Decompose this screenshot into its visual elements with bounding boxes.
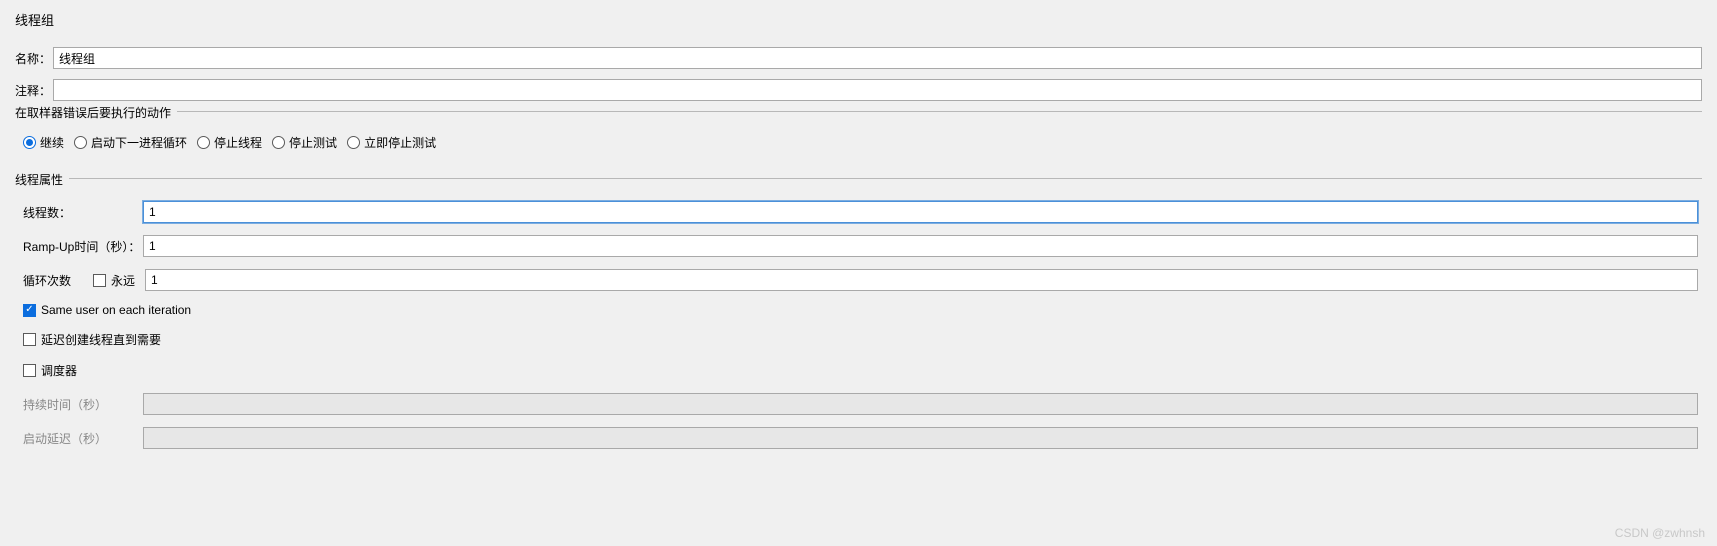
threads-input[interactable] [143,201,1698,223]
delay-create-checkbox[interactable]: 延迟创建线程直到需要 [23,331,161,348]
checkbox-icon [23,364,36,377]
forever-checkbox[interactable]: 永远 [93,272,135,289]
radio-icon [23,136,36,149]
radio-label: 启动下一进程循环 [91,134,187,151]
radio-stop-test-now[interactable]: 立即停止测试 [347,134,436,151]
error-action-fieldset: 在取样器错误后要执行的动作 继续 启动下一进程循环 停止线程 停止测试 立即停止… [15,111,1702,162]
radio-icon [197,136,210,149]
thread-props-fieldset: 线程属性 线程数： Ramp-Up时间（秒）： 循环次数 永远 ✓ Same u… [15,178,1702,466]
name-input[interactable] [53,47,1702,69]
radio-label: 停止线程 [214,134,262,151]
error-action-legend: 在取样器错误后要执行的动作 [15,104,177,121]
checkbox-icon [23,333,36,346]
forever-label: 永远 [111,272,135,289]
duration-input [143,393,1698,415]
radio-icon [272,136,285,149]
radio-continue[interactable]: 继续 [23,134,64,151]
watermark: CSDN @zwhnsh [1615,526,1705,540]
radio-start-next[interactable]: 启动下一进程循环 [74,134,187,151]
same-user-label: Same user on each iteration [41,303,191,317]
same-user-checkbox[interactable]: ✓ Same user on each iteration [23,303,191,317]
radio-icon [74,136,87,149]
startup-delay-input [143,427,1698,449]
radio-icon [347,136,360,149]
radio-stop-thread[interactable]: 停止线程 [197,134,262,151]
loop-label: 循环次数 [23,272,93,289]
name-label: 名称： [15,50,53,67]
radio-stop-test[interactable]: 停止测试 [272,134,337,151]
rampup-label: Ramp-Up时间（秒）： [23,238,143,255]
delay-create-label: 延迟创建线程直到需要 [41,331,161,348]
scheduler-label: 调度器 [41,362,77,379]
scheduler-checkbox[interactable]: 调度器 [23,362,77,379]
checkbox-icon [93,274,106,287]
checkbox-icon: ✓ [23,304,36,317]
startup-delay-label: 启动延迟（秒） [23,430,143,447]
threads-label: 线程数： [23,204,143,221]
radio-label: 停止测试 [289,134,337,151]
loop-input[interactable] [145,269,1698,291]
duration-label: 持续时间（秒） [23,396,143,413]
thread-props-legend: 线程属性 [15,171,69,188]
comment-input[interactable] [53,79,1702,101]
radio-label: 立即停止测试 [364,134,436,151]
page-title: 线程组 [15,10,1702,29]
comment-label: 注释： [15,82,53,99]
radio-label: 继续 [40,134,64,151]
rampup-input[interactable] [143,235,1698,257]
